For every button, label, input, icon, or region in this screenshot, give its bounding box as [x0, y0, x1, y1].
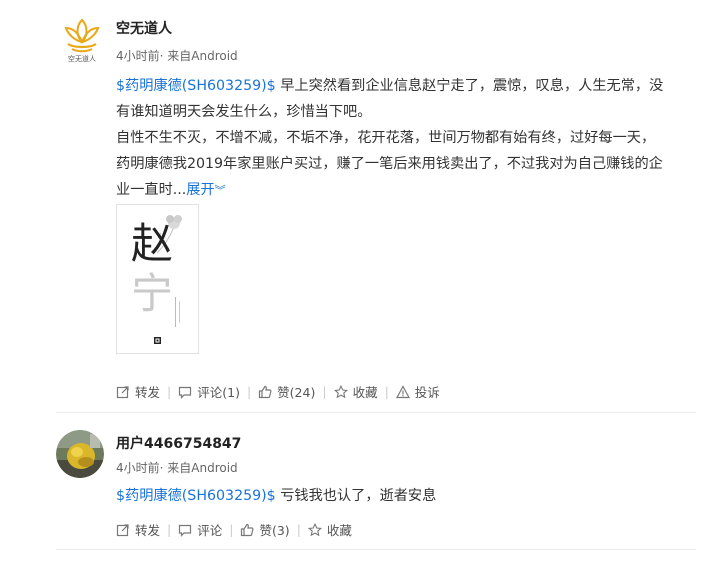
separator: | [246, 384, 252, 399]
user-avatar[interactable] [56, 430, 104, 478]
content-line: 自性不生不灭，不增不减，不垢不净，花开花落，世间万物都有始有终，过好每一天， [116, 130, 656, 146]
repost-button[interactable]: 转发 [116, 382, 160, 401]
chevron-down-icon: ︾ [214, 184, 226, 197]
poster-char-2: 宁 [131, 269, 174, 318]
separator: | [229, 522, 234, 537]
expand-label: 展开 [186, 182, 215, 198]
stock-tag-link[interactable]: $药明康德(SH603259)$ [116, 488, 276, 504]
comment-button[interactable]: 评论 [178, 520, 222, 539]
content-line: $药明康德(SH603259)$ 早上突然看到企业信息赵宁走了，震惊，叹息，人生… [116, 73, 696, 99]
content-line: 药明康德我2019年家里账户买过，赚了一笔后来用钱卖出了，不过我对为自己赚钱的企 [116, 156, 663, 172]
favorite-label: 收藏 [326, 523, 352, 538]
separator: | [296, 522, 301, 537]
repost-label: 转发 [135, 523, 161, 538]
user-photo [56, 430, 104, 478]
stock-tag-link[interactable]: $药明康德(SH603259)$ [116, 78, 276, 94]
thumbs-up-icon [259, 385, 272, 398]
post-item: 用户4466754847 4小时前· 来自Android $药明康德(SH603… [0, 412, 720, 552]
post-divider [56, 549, 696, 550]
username[interactable]: 用户4466754847 [116, 433, 241, 453]
star-icon [307, 522, 322, 536]
favorite-button[interactable]: 收藏 [307, 520, 352, 539]
username[interactable]: 空无道人 [116, 18, 172, 38]
post-actions: 转发 | 评论(1) | 赞(24) | 收藏 | 投诉 [116, 382, 440, 401]
comment-label: 评论 [197, 523, 223, 538]
content-text: 亏钱我也认了，逝者安息 [275, 488, 437, 504]
like-label: 赞(24) [277, 385, 316, 400]
share-icon [116, 523, 129, 536]
content-line: 业一直时...展开︾ [116, 177, 696, 204]
repost-button[interactable]: 转发 [116, 520, 160, 539]
content-line: $药明康德(SH603259)$ 亏钱我也认了，逝者安息 [116, 483, 696, 509]
report-button[interactable]: 投诉 [395, 382, 440, 401]
content-text: 早上突然看到企业信息赵宁走了，震惊，叹息，人生无常，没 [275, 78, 664, 94]
like-label: 赞(3) [259, 523, 290, 538]
user-avatar[interactable]: 空无道人 [56, 14, 108, 66]
repost-label: 转发 [135, 385, 161, 400]
post-image-thumbnail[interactable]: 赵 宁 [116, 204, 199, 354]
comment-icon [179, 386, 192, 399]
comment-icon [179, 524, 192, 537]
expand-link[interactable]: 展开︾ [186, 182, 225, 198]
post-item: 空无道人 空无道人 4小时前· 来自Android $药明康德(SH603259… [0, 0, 720, 412]
star-icon [333, 384, 348, 398]
separator: | [167, 522, 172, 537]
separator: | [167, 384, 172, 399]
share-icon [116, 385, 129, 398]
separator: | [322, 384, 327, 399]
warning-icon [395, 384, 410, 398]
post-content: $药明康德(SH603259)$ 亏钱我也认了，逝者安息 [116, 483, 696, 509]
comment-label: 评论(1) [197, 385, 240, 400]
like-button[interactable]: 赞(24) [258, 382, 315, 401]
report-label: 投诉 [414, 385, 440, 400]
like-button[interactable]: 赞(3) [240, 520, 290, 539]
poster-char-1: 赵 [131, 219, 174, 268]
favorite-label: 收藏 [352, 385, 378, 400]
thumbs-up-icon [241, 523, 254, 536]
content-text: 业一直时... [116, 182, 187, 198]
avatar-caption: 空无道人 [68, 55, 96, 63]
favorite-button[interactable]: 收藏 [333, 382, 378, 401]
post-meta: 4小时前· 来自Android [116, 49, 238, 63]
separator: | [384, 384, 389, 399]
post-actions: 转发 | 评论 | 赞(3) | 收藏 [116, 520, 352, 539]
post-content: $药明康德(SH603259)$ 早上突然看到企业信息赵宁走了，震惊，叹息，人生… [116, 73, 696, 204]
content-line: 有谁知道明天会发生什么，珍惜当下吧。 [116, 104, 372, 120]
comment-button[interactable]: 评论(1) [178, 382, 240, 401]
post-meta: 4小时前· 来自Android [116, 461, 238, 475]
